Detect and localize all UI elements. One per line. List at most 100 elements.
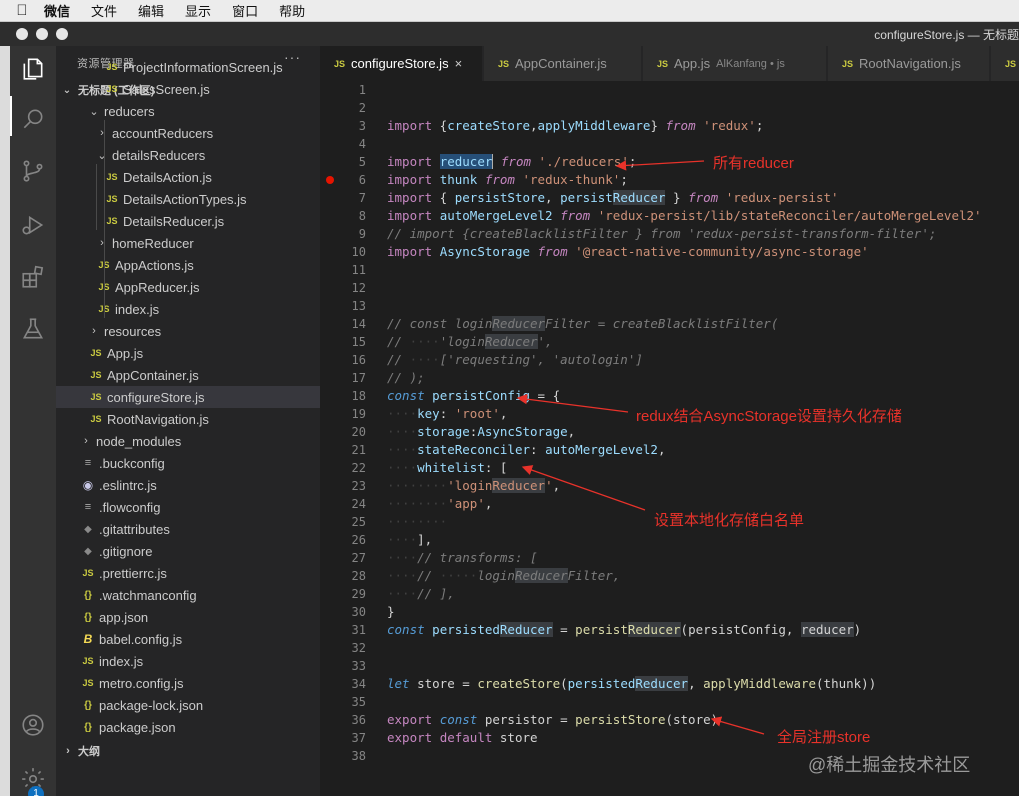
file-tree-item[interactable]: {} package-lock.json [56,694,320,716]
zoom-window-button[interactable] [56,28,68,40]
tab-configure-store[interactable]: JS configureStore.js × [320,46,483,81]
file-tree-label: app.json [99,609,149,625]
line-number: 30 [351,605,366,619]
line-number: 29 [351,587,366,601]
file-tree-label: App.js [107,345,144,361]
code-line: const persistConfig = { [387,388,561,403]
line-number: 17 [351,371,366,385]
file-tree-item[interactable]: {} package.json [56,716,320,738]
test-flask-icon[interactable] [20,316,46,342]
menu-help[interactable]: 帮助 [279,1,305,20]
file-tree-item[interactable]: JSAppReducer.js [56,276,320,298]
outline-section-header[interactable]: › 大纲 [56,740,320,762]
file-tree-item[interactable]: ⌄ reducers [56,100,320,122]
file-tree-item[interactable]: › resources [56,320,320,342]
account-icon[interactable] [20,712,46,738]
annotation-whitelist: 设置本地化存储白名单 [654,512,805,529]
minimize-window-button[interactable] [36,28,48,40]
file-tree-item[interactable]: ◆ .gitattributes [56,518,320,540]
tab-app[interactable]: JS App.js AlKanfang • js [643,46,827,81]
file-tree-item[interactable]: ≡ .buckconfig [56,452,320,474]
tab-app-container[interactable]: JS AppContainer.js [484,46,642,81]
chevron-right-icon: › [84,435,88,447]
code-line: ····], [387,532,433,547]
apple-icon[interactable]:  [0,2,44,19]
file-tree-label: detailsReducers [112,147,206,163]
code-editor[interactable]: 1 2 3 4 5 6 7 8 9 10 11 12 13 14 15 16 17 18 19 20 21 22 23 24 2… [320,81,1019,796]
code-line: import {createStore,applyMiddleware} fro… [387,118,764,133]
js-file-icon: JS [657,58,669,69]
line-number: 15 [351,335,366,349]
file-tree-item[interactable]: JS SalesScreen.js [56,78,320,100]
tab-root-navigation[interactable]: JS RootNavigation.js [828,46,990,81]
js-file-icon: JS [842,58,854,69]
file-tree-item[interactable]: JS .prettierrc.js [56,562,320,584]
file-tree-label: .eslintrc.js [99,477,157,493]
file-tree-item[interactable]: › node_modules [56,430,320,452]
file-tree-item[interactable]: ⌄ detailsReducers [56,144,320,166]
file-tree-item[interactable]: JSindex.js [56,650,320,672]
file-tree-item[interactable]: JSAppActions.js [56,254,320,276]
file-tree-label: homeReducer [112,235,194,251]
file-tree-label: metro.config.js [99,675,184,691]
extensions-icon[interactable] [20,264,46,290]
code-line: export default store [387,730,538,745]
close-icon[interactable]: × [455,56,463,71]
file-tree-item[interactable]: {} .watchmanconfig [56,584,320,606]
editor-tabs: JS configureStore.js × JS AppContainer.j… [320,46,1019,81]
file-tree-item[interactable]: JS App.js [56,342,320,364]
line-number: 33 [351,659,366,673]
indent-guide [104,120,105,318]
close-window-button[interactable] [16,28,28,40]
file-tree-item[interactable]: ◆ .gitignore [56,540,320,562]
line-number: 23 [351,479,366,493]
menu-edit[interactable]: 编辑 [138,1,164,20]
line-number: 8 [358,209,366,223]
file-tree-label: AppContainer.js [107,367,199,383]
file-tree-item[interactable]: JS AppContainer.js [56,364,320,386]
annotation-reducer: 所有reducer [713,155,794,172]
code-line: import AsyncStorage from '@react-native-… [387,244,869,259]
file-tree-item[interactable]: Bbabel.config.js [56,628,320,650]
explorer-icon[interactable] [20,56,46,82]
source-control-icon[interactable] [20,158,46,184]
menu-file[interactable]: 文件 [91,1,117,20]
js-file-icon: JS [106,84,118,94]
file-tree-item[interactable]: ◉ .eslintrc.js [56,474,320,496]
tab-label: RootNavigation.js [859,56,961,71]
notification-badge: 1 [28,786,44,796]
file-tree-label: .gitignore [99,543,153,559]
search-icon[interactable] [20,106,46,132]
chevron-right-icon: › [66,745,70,757]
file-tree-item[interactable]: {} app.json [56,606,320,628]
js-file-icon: JS [106,62,118,72]
file-tree-item[interactable]: JS ProjectInformationScreen.js [56,56,320,78]
code-line: export const persistor = persistStore(st… [387,712,719,727]
code-line: ····storage:AsyncStorage, [387,424,576,439]
code-line: // ); [387,370,425,385]
mac-menu-bar:  微信 文件 编辑 显示 窗口 帮助 [0,0,1019,22]
file-tree-item[interactable]: › accountReducers [56,122,320,144]
window-titlebar: configureStore.js — 无标题 [0,22,1019,46]
run-debug-icon[interactable] [20,212,46,238]
js-file-icon: JS [90,414,102,424]
file-tree-item[interactable]: JS RootNavigation.js [56,408,320,430]
js-file-icon: JS [82,656,94,666]
menu-window[interactable]: 窗口 [232,1,258,20]
menu-app[interactable]: 微信 [44,1,70,20]
file-tree-item[interactable]: JS metro.config.js [56,672,320,694]
activity-bar [10,46,56,796]
watermark: @稀土掘金技术社区 [808,755,971,775]
file-tree-item[interactable]: › homeReducer [56,232,320,254]
line-number: 9 [358,227,366,241]
file-tree-item[interactable]: ≡ .flowconfig [56,496,320,518]
line-number: 18 [351,389,366,403]
breakpoint-icon[interactable] [326,176,334,184]
menu-view[interactable]: 显示 [185,1,211,20]
file-tree-item[interactable]: JSindex.js [56,298,320,320]
file-tree-label: index.js [115,301,160,317]
tab-overflow[interactable]: JS [991,46,1019,81]
file-tree-item[interactable]: JS configureStore.js [56,386,320,408]
js-file-icon: JS [334,58,346,69]
file-tree-label: package-lock.json [99,697,204,713]
